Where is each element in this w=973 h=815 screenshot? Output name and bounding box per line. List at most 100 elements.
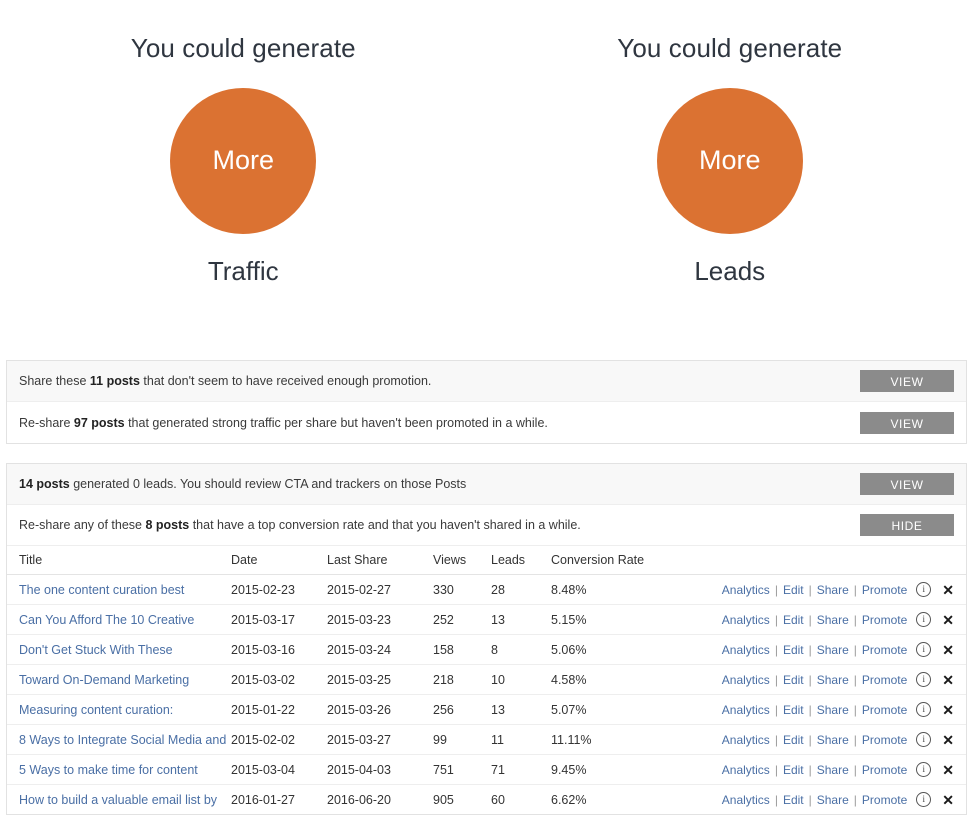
promote-link[interactable]: Promote <box>862 733 907 747</box>
view-button[interactable]: VIEW <box>860 412 954 434</box>
promote-link[interactable]: Promote <box>862 583 907 597</box>
analytics-link[interactable]: Analytics <box>722 703 770 717</box>
table-row: Don't Get Stuck With These2015-03-162015… <box>7 635 966 665</box>
action-separator: | <box>804 673 817 687</box>
post-title-link[interactable]: 8 Ways to Integrate Social Media and <box>19 733 226 747</box>
promo-footer-leads: Leads <box>694 256 765 287</box>
close-icon[interactable]: ✕ <box>942 793 954 807</box>
action-separator: | <box>770 703 783 717</box>
share-link[interactable]: Share <box>817 703 849 717</box>
share-link[interactable]: Share <box>817 673 849 687</box>
promote-link[interactable]: Promote <box>862 673 907 687</box>
analytics-link[interactable]: Analytics <box>722 733 770 747</box>
action-separator: | <box>770 643 783 657</box>
close-icon[interactable]: ✕ <box>942 673 954 687</box>
share-link[interactable]: Share <box>817 763 849 777</box>
table-row: 8 Ways to Integrate Social Media and2015… <box>7 725 966 755</box>
view-button[interactable]: VIEW <box>860 473 954 495</box>
info-icon[interactable]: i <box>916 762 931 777</box>
post-title-link[interactable]: Toward On-Demand Marketing <box>19 673 189 687</box>
column-header-last-share[interactable]: Last Share <box>327 546 433 575</box>
cell-row-actions: Analytics|Edit|Share|Promotei✕ <box>711 575 966 605</box>
close-icon[interactable]: ✕ <box>942 613 954 627</box>
post-title-link[interactable]: Don't Get Stuck With These <box>19 643 173 657</box>
analytics-link[interactable]: Analytics <box>722 643 770 657</box>
cell-leads: 11 <box>491 725 551 755</box>
share-link[interactable]: Share <box>817 733 849 747</box>
post-title-link[interactable]: How to build a valuable email list by <box>19 793 217 807</box>
post-title-link[interactable]: Measuring content curation: <box>19 703 173 717</box>
close-icon[interactable]: ✕ <box>942 703 954 717</box>
info-icon[interactable]: i <box>916 702 931 717</box>
edit-link[interactable]: Edit <box>783 643 804 657</box>
edit-link[interactable]: Edit <box>783 613 804 627</box>
analytics-link[interactable]: Analytics <box>722 583 770 597</box>
close-icon[interactable]: ✕ <box>942 583 954 597</box>
promote-link[interactable]: Promote <box>862 763 907 777</box>
action-separator: | <box>804 793 817 807</box>
info-icon[interactable]: i <box>916 612 931 627</box>
hide-button[interactable]: HIDE <box>860 514 954 536</box>
cell-last-share: 2015-02-27 <box>327 575 433 605</box>
posts-table-head: Title Date Last Share Views Leads Conver… <box>7 546 966 575</box>
view-button[interactable]: VIEW <box>860 370 954 392</box>
promo-card-leads: You could generate More Leads <box>487 0 973 360</box>
share-link[interactable]: Share <box>817 613 849 627</box>
promote-link[interactable]: Promote <box>862 793 907 807</box>
column-header-title[interactable]: Title <box>7 546 231 575</box>
analytics-link[interactable]: Analytics <box>722 613 770 627</box>
info-icon[interactable]: i <box>916 672 931 687</box>
cell-conversion-rate: 4.58% <box>551 665 711 695</box>
promote-link[interactable]: Promote <box>862 613 907 627</box>
edit-link[interactable]: Edit <box>783 733 804 747</box>
column-header-conversion-rate[interactable]: Conversion Rate <box>551 546 711 575</box>
promote-link[interactable]: Promote <box>862 643 907 657</box>
share-link[interactable]: Share <box>817 793 849 807</box>
suggestion-row: Re-share 97 posts that generated strong … <box>7 402 966 443</box>
post-title-link[interactable]: 5 Ways to make time for content <box>19 763 198 777</box>
cell-views: 256 <box>433 695 491 725</box>
info-icon[interactable]: i <box>916 642 931 657</box>
cell-date: 2015-02-23 <box>231 575 327 605</box>
suggestion-text-after: that have a top conversion rate and that… <box>189 518 581 532</box>
edit-link[interactable]: Edit <box>783 673 804 687</box>
action-separator: | <box>849 643 862 657</box>
info-icon[interactable]: i <box>916 792 931 807</box>
column-header-views[interactable]: Views <box>433 546 491 575</box>
column-header-leads[interactable]: Leads <box>491 546 551 575</box>
column-header-date[interactable]: Date <box>231 546 327 575</box>
action-separator: | <box>849 613 862 627</box>
close-icon[interactable]: ✕ <box>942 643 954 657</box>
cell-leads: 13 <box>491 695 551 725</box>
analytics-link[interactable]: Analytics <box>722 793 770 807</box>
close-icon[interactable]: ✕ <box>942 763 954 777</box>
action-separator: | <box>849 763 862 777</box>
action-separator: | <box>770 793 783 807</box>
action-separator: | <box>804 703 817 717</box>
suggestion-row: Share these 11 posts that don't seem to … <box>7 361 966 402</box>
close-icon[interactable]: ✕ <box>942 733 954 747</box>
share-link[interactable]: Share <box>817 643 849 657</box>
post-title-link[interactable]: Can You Afford The 10 Creative <box>19 613 194 627</box>
info-icon[interactable]: i <box>916 582 931 597</box>
cell-date: 2015-03-02 <box>231 665 327 695</box>
suggestion-text: Share these 11 posts that don't seem to … <box>19 374 431 388</box>
promo-footer-traffic: Traffic <box>208 256 279 287</box>
analytics-link[interactable]: Analytics <box>722 673 770 687</box>
edit-link[interactable]: Edit <box>783 763 804 777</box>
edit-link[interactable]: Edit <box>783 793 804 807</box>
edit-link[interactable]: Edit <box>783 703 804 717</box>
edit-link[interactable]: Edit <box>783 583 804 597</box>
post-title-link[interactable]: The one content curation best <box>19 583 184 597</box>
suggestion-text-highlight: 11 posts <box>90 374 140 388</box>
cell-views: 158 <box>433 635 491 665</box>
action-separator: | <box>849 703 862 717</box>
promote-link[interactable]: Promote <box>862 703 907 717</box>
analytics-link[interactable]: Analytics <box>722 763 770 777</box>
cell-title: The one content curation best <box>7 575 231 605</box>
share-link[interactable]: Share <box>817 583 849 597</box>
cell-conversion-rate: 11.11% <box>551 725 711 755</box>
info-icon[interactable]: i <box>916 732 931 747</box>
cell-date: 2015-03-04 <box>231 755 327 785</box>
posts-table-body: The one content curation best2015-02-232… <box>7 575 966 815</box>
